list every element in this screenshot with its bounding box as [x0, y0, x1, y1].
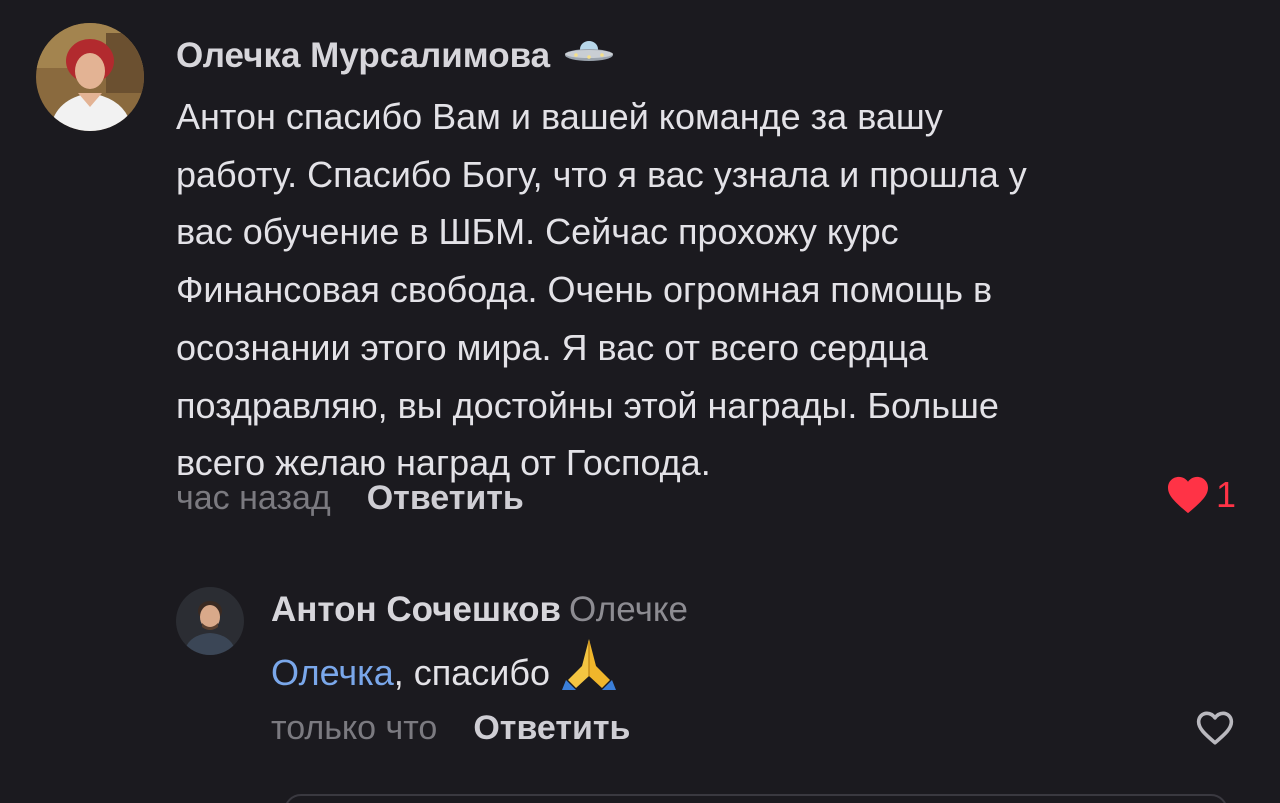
reply-avatar-image	[176, 587, 244, 655]
folded-hands-icon	[560, 636, 618, 707]
heart-filled-icon	[1168, 476, 1208, 514]
reply-button[interactable]: Ответить	[367, 479, 524, 517]
reply-to-label: Олечке	[569, 590, 689, 629]
comment-meta: час назад Ответить	[176, 478, 524, 518]
comment-text: Антон спасибо Вам и вашей команде за ваш…	[176, 96, 1027, 484]
like-button[interactable]: 1	[1166, 474, 1236, 516]
reply-avatar[interactable]	[176, 587, 244, 655]
reply-text-body: , спасибо	[393, 651, 561, 693]
comment-input-bar[interactable]	[284, 794, 1228, 803]
heart-outline-icon	[1196, 711, 1234, 745]
reply-time: только что	[271, 709, 438, 747]
comment-author-name: Олечка Мурсалимова	[176, 36, 551, 75]
avatar[interactable]	[36, 23, 144, 131]
reply-author[interactable]: Антон Сочешков Олечке	[271, 590, 688, 630]
reply-like-button[interactable]	[1194, 710, 1236, 746]
mention-link[interactable]: Олечка	[271, 652, 394, 693]
reply-author-name: Антон Сочешков	[271, 590, 562, 629]
comments-screen: Олечка Мурсалимова Антон спасибо Вам и в…	[0, 0, 1280, 803]
reply-meta: только что Ответить	[271, 708, 630, 748]
comment-author[interactable]: Олечка Мурсалимова	[176, 36, 614, 78]
comment-time: час назад	[176, 479, 331, 517]
avatar-image	[36, 23, 144, 131]
ufo-icon	[564, 34, 614, 74]
reply-reply-button[interactable]: Ответить	[473, 709, 630, 747]
reply-text: Олечка, спасибо	[271, 639, 618, 711]
like-count: 1	[1216, 474, 1237, 515]
